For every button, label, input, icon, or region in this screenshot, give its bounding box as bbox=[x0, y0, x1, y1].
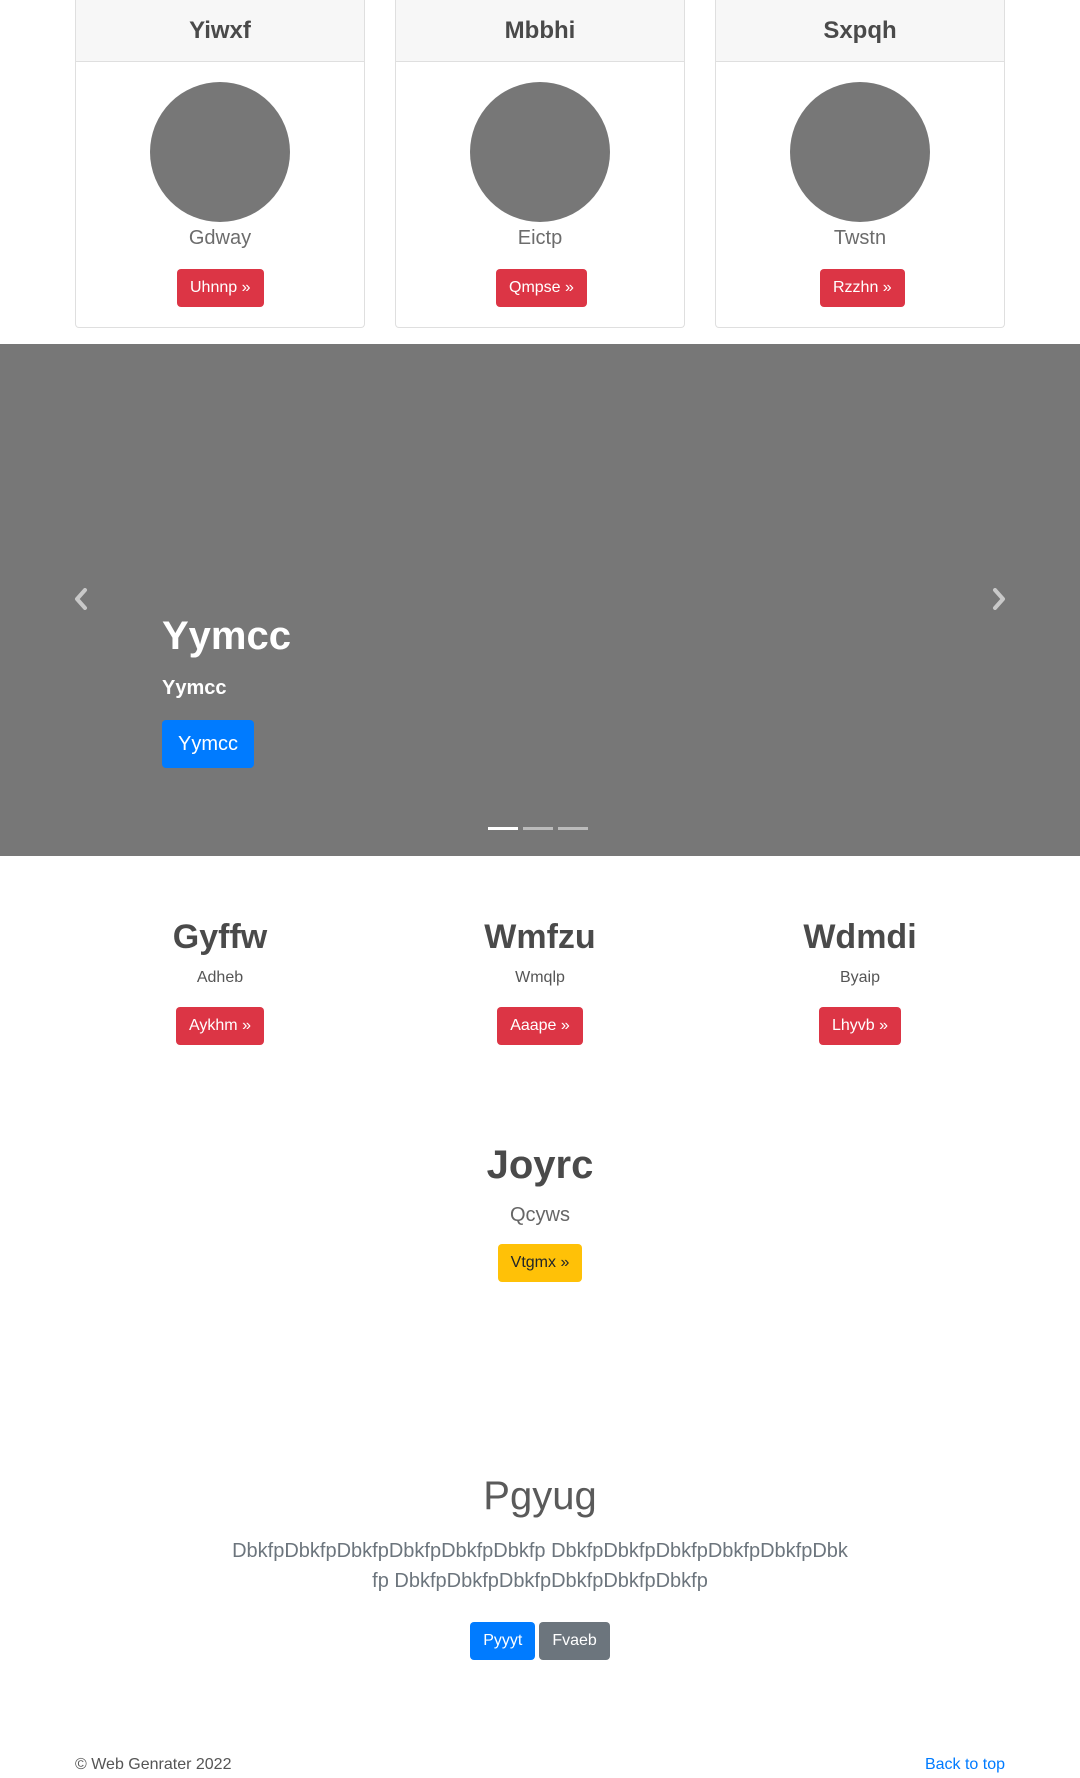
back-to-top-link[interactable]: Back to top bbox=[925, 1756, 1005, 1774]
column-title: Wdmdi bbox=[803, 918, 917, 956]
feature-section: Joyrc Qcyws Vtgmx » bbox=[0, 1145, 1080, 1282]
avatar-placeholder bbox=[150, 82, 290, 222]
avatar-placeholder bbox=[470, 82, 610, 222]
card-name: Twstn bbox=[833, 227, 887, 249]
card-title: Yiwxf bbox=[76, 0, 364, 62]
card-1: Yiwxf Gdway Uhnnp » bbox=[75, 0, 365, 328]
primary-button[interactable]: Pyyyt bbox=[470, 1622, 536, 1660]
column-title: Wmfzu bbox=[484, 918, 596, 956]
card-title: Mbbhi bbox=[396, 0, 684, 62]
column-2-button[interactable]: Aaape » bbox=[497, 1007, 583, 1045]
secondary-button[interactable]: Fvaeb bbox=[539, 1622, 610, 1660]
card-body: Twstn Rzzhn » bbox=[716, 62, 1004, 327]
card-name: Gdway bbox=[188, 227, 252, 249]
jumbotron: Pgyug DbkfpDbkfpDbkfpDbkfpDbkfpDbkfp Dbk… bbox=[0, 1476, 1080, 1660]
column-1-button[interactable]: Aykhm » bbox=[176, 1007, 264, 1045]
column-2: Wmfzu Wmqlp Aaape » bbox=[395, 920, 685, 1045]
carousel-title: Yymcc bbox=[162, 614, 291, 658]
jumbotron-buttons: Pyyyt Fvaeb bbox=[0, 1622, 1080, 1660]
card-1-button[interactable]: Uhnnp » bbox=[177, 269, 264, 307]
card-3-button[interactable]: Rzzhn » bbox=[820, 269, 905, 307]
card-name: Eictp bbox=[517, 227, 563, 249]
carousel-caption: Yymcc Yymcc Yymcc bbox=[162, 614, 291, 768]
carousel-subtitle: Yymcc bbox=[162, 677, 227, 699]
carousel-indicator[interactable] bbox=[488, 827, 518, 830]
card-body: Gdway Uhnnp » bbox=[76, 62, 364, 327]
feature-text: Qcyws bbox=[510, 1204, 570, 1226]
card-2-button[interactable]: Qmpse » bbox=[496, 269, 587, 307]
carousel-indicator[interactable] bbox=[523, 827, 553, 830]
jumbotron-title: Pgyug bbox=[483, 1474, 597, 1518]
carousel-indicators bbox=[488, 827, 588, 830]
chevron-left-icon bbox=[75, 588, 87, 610]
card-2: Mbbhi Eictp Qmpse » bbox=[395, 0, 685, 328]
carousel-button[interactable]: Yymcc bbox=[162, 720, 254, 768]
carousel: Yymcc Yymcc Yymcc bbox=[0, 344, 1080, 856]
chevron-right-icon bbox=[993, 588, 1005, 610]
card-title: Sxpqh bbox=[716, 0, 1004, 62]
card-3: Sxpqh Twstn Rzzhn » bbox=[715, 0, 1005, 328]
card-deck: Yiwxf Gdway Uhnnp » Mbbhi Eictp Qmpse » … bbox=[75, 0, 1005, 328]
column-1: Gyffw Adheb Aykhm » bbox=[75, 920, 365, 1045]
column-3-button[interactable]: Lhyvb » bbox=[818, 1007, 902, 1045]
carousel-prev-button[interactable] bbox=[66, 584, 96, 614]
column-title: Gyffw bbox=[172, 918, 268, 956]
column-text: Byaip bbox=[839, 969, 881, 986]
footer: © Web Genrater 2022 Back to top bbox=[75, 1756, 1005, 1776]
column-text: Wmqlp bbox=[515, 969, 565, 986]
jumbotron-lead: DbkfpDbkfpDbkfpDbkfpDbkfpDbkfp DbkfpDbkf… bbox=[232, 1540, 848, 1592]
avatar-placeholder bbox=[790, 82, 930, 222]
feature-button[interactable]: Vtgmx » bbox=[497, 1244, 583, 1282]
card-body: Eictp Qmpse » bbox=[396, 62, 684, 327]
footer-copyright: © Web Genrater 2022 bbox=[75, 1756, 232, 1773]
feature-title: Joyrc bbox=[486, 1143, 594, 1187]
carousel-indicator[interactable] bbox=[558, 827, 588, 830]
carousel-next-button[interactable] bbox=[984, 584, 1014, 614]
column-text: Adheb bbox=[196, 969, 244, 986]
column-3: Wdmdi Byaip Lhyvb » bbox=[715, 920, 1005, 1045]
